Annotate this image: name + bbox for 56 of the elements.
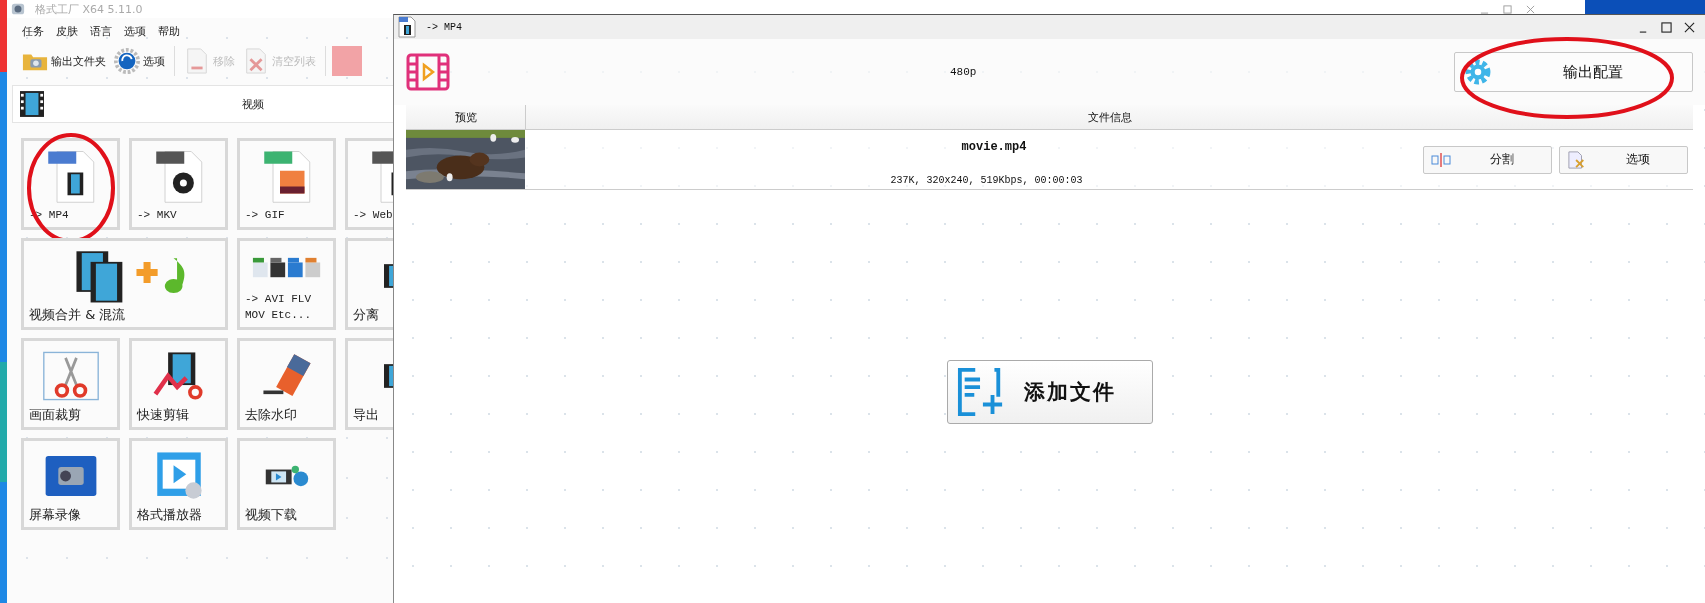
tile-label: 格式播放器 [137, 507, 203, 523]
options-button[interactable]: 选项 [1559, 145, 1688, 174]
app-icon [11, 2, 25, 16]
menu-item[interactable]: 帮助 [158, 24, 180, 39]
tile-label: 快速剪辑 [137, 407, 190, 423]
close-icon[interactable] [1684, 21, 1695, 33]
tool-tile[interactable]: -> MKV [129, 138, 228, 230]
toolbar-button[interactable]: 输出文件夹 [19, 48, 109, 74]
maximize-icon[interactable] [1661, 21, 1672, 33]
tile-label: 屏幕录像 [29, 507, 82, 523]
tile-label: 去除水印 [245, 407, 298, 423]
menu-item[interactable]: 选项 [124, 24, 146, 39]
output-settings-button[interactable]: 输出配置 [1454, 52, 1693, 92]
formats-icon [251, 256, 322, 280]
category-title: 视频 [242, 96, 264, 112]
split-icon [1430, 150, 1452, 169]
tool-tile[interactable]: -> Web [345, 138, 395, 230]
menu-item[interactable]: 语言 [90, 24, 112, 39]
film-icon [20, 91, 44, 117]
tool-tile[interactable]: 去除水印 [237, 338, 336, 430]
tile-label: 导出 [353, 407, 380, 423]
tool-tile[interactable]: 快速剪辑 [129, 338, 228, 430]
column-header: 预览 [406, 105, 526, 129]
settings-icon [1465, 59, 1491, 85]
tool-tile[interactable]: 格式播放器 [129, 438, 228, 530]
tool-tile[interactable]: 视频合并 & 混流 [21, 238, 228, 330]
tool-tile[interactable]: -> AVI FLV MOV Etc... [237, 238, 336, 330]
file-details: 237K, 320x240, 519Kbps, 00:00:03 [890, 175, 1083, 186]
menu-item[interactable]: 任务 [22, 24, 44, 39]
tool-tile[interactable]: 屏幕录像 [21, 438, 120, 530]
tool-tile[interactable]: -> GIF [237, 138, 336, 230]
column-header: 文件信息 [1086, 109, 1133, 126]
tile-label: 画面裁剪 [29, 407, 82, 423]
tool-tile[interactable]: 视频下载 [237, 438, 336, 530]
document-icon [184, 48, 210, 74]
tile-label: -> GIF [245, 208, 286, 223]
settings-icon [114, 48, 140, 74]
tile-label: 视频合并 & 混流 [29, 307, 127, 323]
tool-tile[interactable]: 画面裁剪 [21, 338, 120, 430]
file-name: movie.mp4 [961, 140, 1027, 154]
split-button[interactable]: 分割 [1423, 145, 1552, 174]
add-file-button[interactable]: 添加文件 [946, 360, 1153, 424]
tile-label: -> MKV [137, 208, 178, 223]
tool-tile[interactable]: 分离 [345, 238, 395, 330]
tool-tile[interactable]: 导出 [345, 338, 395, 430]
tile-label: -> AVI FLV MOV Etc... [245, 292, 312, 323]
tile-label: -> Web [353, 208, 394, 223]
window-title: -> MP4 [426, 21, 462, 33]
toolbar-button[interactable]: 选项 [111, 48, 168, 74]
delete-document-icon [243, 48, 269, 74]
tile-label: 视频下载 [245, 507, 298, 523]
quality-label: 480p [950, 66, 977, 78]
window-title: 格式工厂 X64 5.11.0 [35, 1, 143, 17]
video-icon [406, 53, 450, 91]
menu-item[interactable]: 皮肤 [56, 24, 78, 39]
tile-label: 分离 [353, 307, 380, 323]
